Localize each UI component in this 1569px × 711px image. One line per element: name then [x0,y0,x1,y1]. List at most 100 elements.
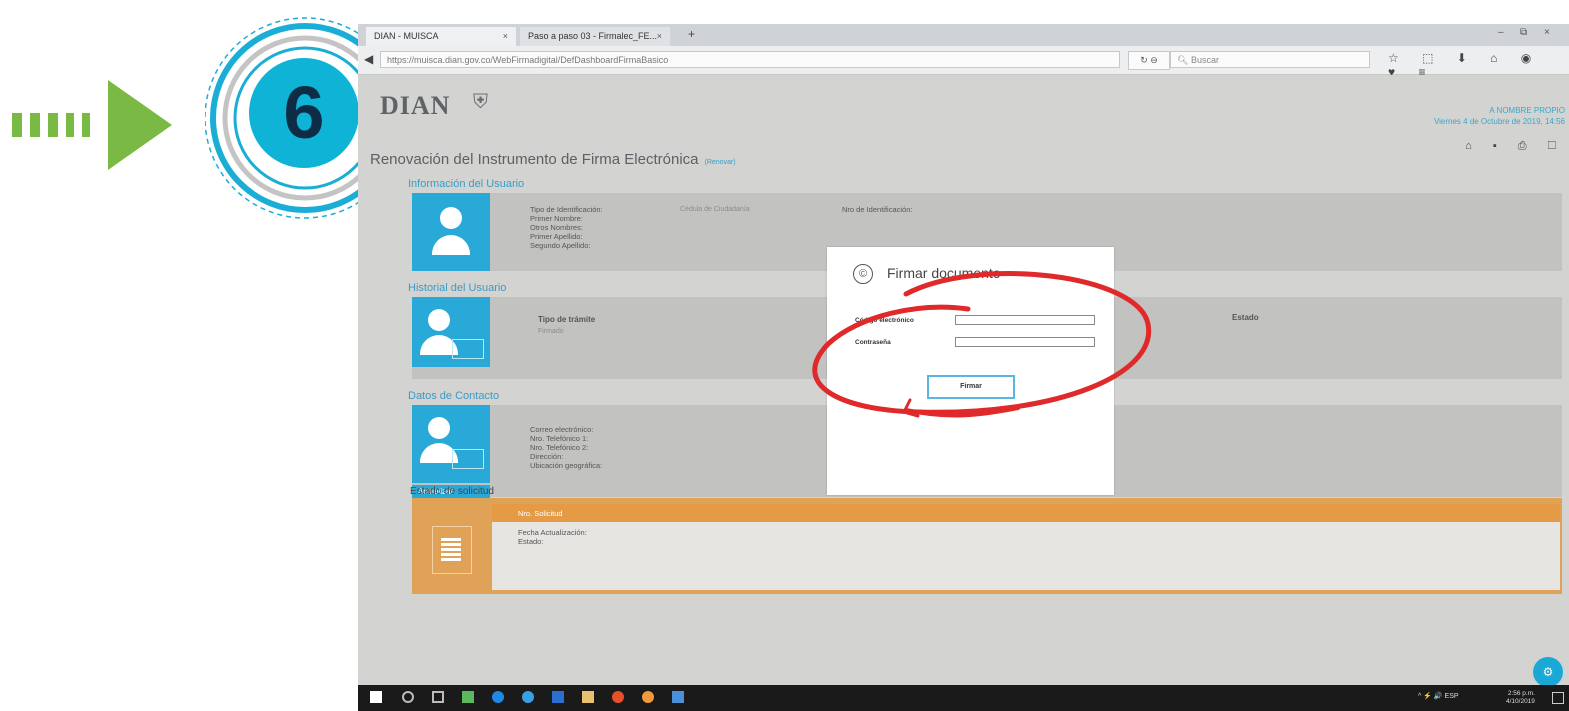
arrow-stripe [82,113,90,137]
back-arrow-icon[interactable]: ◀ [364,52,373,66]
person-icon [428,417,450,439]
building-windows [441,537,461,561]
card-icon [452,449,484,469]
avatar [412,297,490,367]
user-header: A NOMBRE PROPIO Viernes 4 de Octubre de … [1434,105,1565,152]
firefox-icon[interactable] [642,691,654,703]
avatar [412,193,490,271]
modal-title: Firmar documento [887,265,1001,281]
sign-document-modal: © Firmar documento Código electrónico Co… [827,247,1114,495]
arrow-stripe [66,113,74,137]
tab-paso-a-paso[interactable]: Paso a paso 03 - Firmalec_FE... × [520,27,670,46]
person-icon [440,207,462,229]
person-icon [428,309,450,331]
field-value: Cédula de Ciudadanía [680,206,750,213]
system-tray[interactable]: ^ ⚡ 🔊 ESP [1418,692,1459,700]
field-label: Primer Apellido: [530,232,583,241]
code-label: Código electrónico [855,317,914,324]
user-name: A NOMBRE PROPIO [1489,106,1565,115]
close-icon[interactable]: × [503,27,508,46]
request-status-panel: Nro. Solicitud Fecha Actualización: Esta… [412,498,1562,594]
section-historial-label: Historial del Usuario [408,282,507,294]
field-label: Tipo de Identificación: [530,205,603,214]
search-icon[interactable] [402,691,414,703]
field-label: Nro. Telefónico 1: [530,434,589,443]
word-icon[interactable] [552,691,564,703]
arrow-stripe [48,113,58,137]
card-icon [452,339,484,359]
guide-arrow [12,80,172,170]
outlook-icon[interactable] [522,691,534,703]
browser-window: DIAN - MUISCA × Paso a paso 03 - Firmale… [358,24,1569,711]
col-estado: Estado [1232,313,1259,322]
arrow-stripe [12,113,22,137]
url-field[interactable]: https://muisca.dian.gov.co/WebFirmadigit… [380,51,1120,68]
search-icon: 🔍︎ [1177,55,1191,65]
avatar [412,405,490,483]
request-number-label: Nro. Solicitud [518,509,563,518]
close-window-button[interactable]: × [1544,27,1550,38]
gear-icon[interactable]: ⚙ [1533,657,1563,687]
taskbar-clock[interactable]: 2:56 p.m. 4/10/2019 [1506,690,1535,706]
field-label: Otros Nombres: [530,223,583,232]
edge-icon[interactable] [492,691,504,703]
page-title-tag: (Renovar) [704,159,736,166]
field-label: Dirección: [530,452,564,461]
clock-date: 4/10/2019 [1506,698,1535,705]
crest-icon: ⛨ [473,91,488,113]
tab-dian-muisca[interactable]: DIAN - MUISCA × [366,27,516,46]
close-icon[interactable]: × [657,27,662,46]
field-label: Ubicación geográfica: [530,461,603,470]
section-contacto-label: Datos de Contacto [408,390,500,402]
app-icon[interactable] [672,691,684,703]
section-solicitud-label: Estado de solicitud [410,486,494,497]
request-number-bar: Nro. Solicitud [492,504,1560,522]
building-icon [432,526,472,574]
password-label: Contraseña [855,339,891,346]
field-label: Segundo Apellido: [530,241,591,250]
maximize-button[interactable]: ⧉ [1520,27,1527,38]
request-status-body: Nro. Solicitud Fecha Actualización: Esta… [492,504,1560,590]
user-field-values: Cédula de Ciudadanía [680,205,750,214]
copyright-icon: © [853,264,873,284]
current-date: Viernes 4 de Octubre de 2019, 14:56 [1433,117,1565,126]
windows-taskbar: ^ ⚡ 🔊 ESP 2:56 p.m. 4/10/2019 [358,685,1569,711]
page-title: Renovación del Instrumento de Firma Elec… [370,151,736,168]
header-icons[interactable]: ⌂ ▪ ⎙ ☐ [1434,141,1565,152]
section-usuario-label: Información del Usuario [408,178,525,190]
chrome-icon[interactable] [612,691,624,703]
sign-button[interactable]: Firmar [927,375,1015,399]
password-input[interactable] [955,337,1095,347]
tab-label: Paso a paso 03 - Firmalec_FE... [528,31,658,41]
id-number-label: Nro de Identificación: [842,205,913,214]
search-placeholder: Buscar [1190,55,1219,65]
new-tab-button[interactable]: + [688,27,695,41]
folder-icon[interactable] [582,691,594,703]
code-input[interactable] [955,315,1095,325]
excel-icon[interactable] [462,691,474,703]
person-icon-body [432,235,470,255]
field-label: Correo electrónico: [530,425,594,434]
notification-icon[interactable] [1552,692,1564,704]
arrow-stripe [30,113,40,137]
contact-field-labels: Correo electrónico: Nro. Telefónico 1: N… [530,425,602,470]
search-input[interactable]: 🔍︎ Buscar [1170,51,1370,68]
arrow-head [108,80,172,170]
request-field-labels: Fecha Actualización: Estado: [518,528,587,546]
field-label: Fecha Actualización: [518,528,587,537]
col-tipo-tramite: Tipo de trámite [538,315,596,324]
field-label: Primer Nombre: [530,214,583,223]
clock-time: 2:56 p.m. [1507,690,1535,697]
page-title-text: Renovación del Instrumento de Firma Elec… [370,151,699,168]
field-label: Nro. Telefónico 2: [530,443,589,452]
tab-label: DIAN - MUISCA [374,31,439,41]
task-view-icon[interactable] [432,691,444,703]
tipo-tramite-value: Firmado [538,328,564,335]
minimize-button[interactable]: – [1498,27,1504,38]
tab-bar: DIAN - MUISCA × Paso a paso 03 - Firmale… [358,24,1569,46]
dian-logo: DIAN [380,91,451,120]
user-field-labels: Tipo de Identificación: Primer Nombre: O… [530,205,603,250]
windows-start-icon[interactable] [370,691,382,703]
reload-icon[interactable]: ↻ ⊖ [1128,51,1170,70]
step-number: 6 [249,58,359,168]
